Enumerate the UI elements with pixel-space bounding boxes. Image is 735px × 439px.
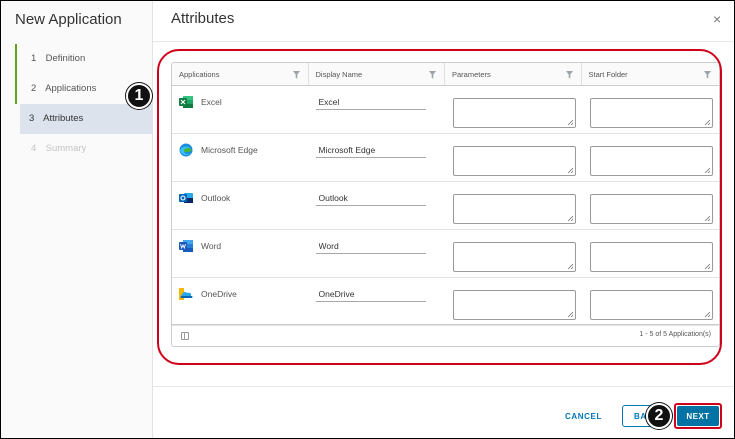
cancel-button[interactable]: CANCEL — [565, 406, 602, 426]
column-header-display-name[interactable]: Display Name — [309, 63, 445, 85]
start-folder-cell — [582, 86, 719, 134]
filter-icon[interactable] — [704, 71, 711, 79]
step-attributes[interactable]: 3 Attributes — [20, 104, 153, 134]
wizard-title: New Application — [15, 11, 122, 28]
column-label: Start Folder — [588, 69, 628, 79]
display-name-cell — [309, 134, 446, 182]
application-name: Outlook — [201, 193, 231, 203]
step-label: Definition — [45, 53, 86, 64]
grid-header: Applications Display Name Parameters Sta… — [172, 63, 719, 86]
wizard-sidebar: New Application 1 Definition 2 Applicati… — [1, 1, 153, 438]
display-name-cell — [309, 278, 446, 326]
pagination-count: 1 - 5 of 5 Application(s) — [639, 331, 711, 338]
filter-icon[interactable] — [292, 71, 300, 79]
column-label: Applications — [179, 69, 220, 79]
resize-grip-icon[interactable] — [704, 263, 710, 269]
table-row: Word — [172, 230, 719, 278]
start-folder-textarea[interactable] — [589, 242, 713, 272]
application-name: Microsoft Edge — [201, 145, 258, 155]
filter-icon[interactable] — [429, 71, 436, 79]
display-name-input[interactable] — [315, 238, 426, 254]
table-row: Outlook — [172, 182, 719, 230]
resize-grip-icon[interactable] — [567, 215, 574, 221]
attributes-grid: Applications Display Name Parameters Sta… — [171, 62, 720, 347]
step-number: 1 — [31, 53, 37, 64]
outlook-icon — [179, 191, 193, 205]
resize-grip-icon[interactable] — [704, 119, 710, 125]
start-folder-textarea[interactable] — [589, 98, 713, 128]
parameters-textarea[interactable] — [453, 290, 577, 320]
display-name-input[interactable] — [315, 142, 426, 158]
next-button[interactable]: NEXT — [677, 406, 719, 426]
step-number: 3 — [29, 113, 35, 124]
application-name: OneDrive — [201, 289, 237, 299]
parameters-cell — [445, 86, 582, 134]
display-name-cell — [309, 86, 446, 134]
annotation-badge: 2 — [646, 403, 672, 429]
resize-grip-icon[interactable] — [567, 167, 574, 173]
application-cell: Excel — [172, 86, 309, 134]
column-header-applications[interactable]: Applications — [172, 63, 309, 85]
application-cell: OneDrive — [172, 278, 309, 326]
parameters-textarea[interactable] — [453, 98, 577, 128]
step-label: Summary — [45, 143, 87, 154]
edge-icon — [179, 143, 193, 157]
application-cell: Outlook — [172, 182, 309, 230]
table-row: OneDrive — [172, 278, 719, 326]
application-cell: Word — [172, 230, 309, 278]
column-label: Parameters — [452, 69, 491, 79]
new-application-dialog: New Application 1 Definition 2 Applicati… — [0, 0, 735, 439]
start-folder-cell — [582, 182, 719, 230]
word-icon — [179, 239, 193, 253]
parameters-textarea[interactable] — [453, 146, 577, 176]
close-icon[interactable]: × — [713, 11, 721, 27]
column-header-start-folder[interactable]: Start Folder — [582, 63, 720, 85]
start-folder-cell — [582, 278, 719, 326]
start-folder-cell — [582, 230, 719, 278]
application-cell: Microsoft Edge — [172, 134, 309, 182]
start-folder-textarea[interactable] — [589, 290, 713, 320]
table-row: Microsoft Edge — [172, 134, 719, 182]
resize-grip-icon[interactable] — [704, 167, 710, 173]
start-folder-textarea[interactable] — [589, 146, 713, 176]
display-name-cell — [309, 230, 446, 278]
column-toggle-icon[interactable] — [181, 332, 189, 340]
resize-grip-icon[interactable] — [567, 311, 574, 317]
parameters-cell — [445, 278, 582, 326]
page-title: Attributes — [171, 10, 235, 27]
resize-grip-icon[interactable] — [567, 263, 574, 269]
excel-icon — [179, 95, 193, 109]
step-label: Attributes — [43, 113, 84, 124]
table-row: Excel — [172, 86, 719, 134]
header-divider — [153, 41, 734, 42]
application-name: Excel — [201, 97, 222, 107]
step-number: 4 — [31, 143, 37, 154]
grid-footer: 1 - 5 of 5 Application(s) — [172, 324, 719, 346]
display-name-cell — [309, 182, 446, 230]
display-name-input[interactable] — [315, 190, 426, 206]
application-name: Word — [201, 241, 222, 251]
step-definition[interactable]: 1 Definition — [15, 44, 153, 74]
resize-grip-icon[interactable] — [567, 119, 574, 125]
step-number: 2 — [31, 83, 37, 94]
column-label: Display Name — [315, 69, 363, 79]
parameters-textarea[interactable] — [453, 242, 577, 272]
filter-icon[interactable] — [565, 71, 573, 79]
step-label: Applications — [45, 83, 97, 94]
step-summary: 4 Summary — [15, 134, 153, 164]
start-folder-cell — [582, 134, 719, 182]
annotation-badge: 1 — [126, 83, 152, 109]
parameters-cell — [445, 134, 582, 182]
start-folder-textarea[interactable] — [589, 194, 713, 224]
parameters-cell — [445, 182, 582, 230]
resize-grip-icon[interactable] — [704, 311, 710, 317]
display-name-input[interactable] — [315, 286, 426, 302]
column-header-parameters[interactable]: Parameters — [445, 63, 582, 85]
parameters-textarea[interactable] — [453, 194, 577, 224]
display-name-input[interactable] — [315, 94, 426, 110]
resize-grip-icon[interactable] — [704, 215, 710, 221]
footer-divider — [153, 386, 734, 387]
parameters-cell — [445, 230, 582, 278]
onedrive-icon — [179, 287, 193, 301]
